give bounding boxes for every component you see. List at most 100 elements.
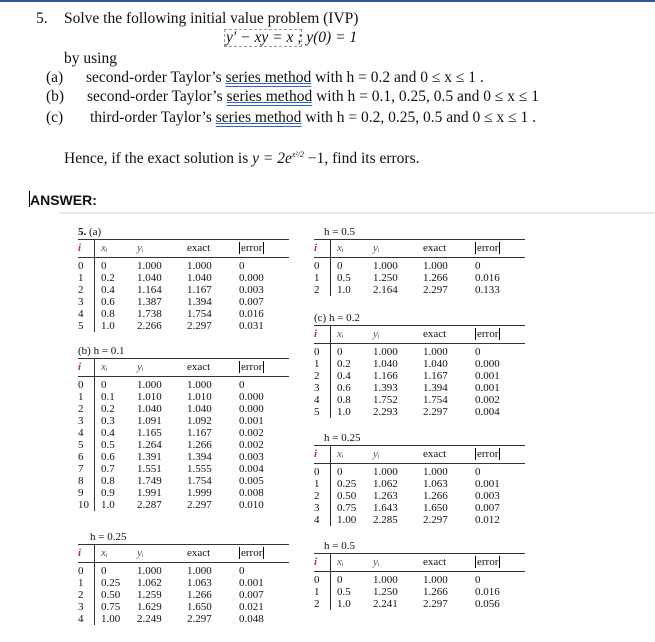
cell-x: 1.0 <box>337 406 351 418</box>
cell-x: 0.4 <box>337 370 351 382</box>
header-exact: exact <box>187 361 211 373</box>
header-error-label: error <box>239 242 265 254</box>
cell-exact: 1.040 <box>187 272 212 284</box>
table-caption: h = 0.5 <box>324 540 355 552</box>
question-intro: Solve the following initial value proble… <box>64 10 359 27</box>
cell-exact: 1.063 <box>187 577 212 589</box>
hence-pre: Hence, if the exact solution is <box>64 150 253 168</box>
cell-i: 1 <box>78 577 95 589</box>
cell-exact: 1.000 <box>187 565 212 577</box>
cell-x: 0 <box>101 565 107 577</box>
cell-exact: 1.555 <box>187 463 212 475</box>
cell-exact: 1.167 <box>187 427 212 439</box>
cell-error: 0.000 <box>239 391 264 403</box>
cell-error: 0.003 <box>475 490 500 502</box>
header-i: i <box>78 358 95 377</box>
table-row: 1 0.5 1.250 1.266 0.016 <box>314 272 525 284</box>
table-row: 3 0.75 1.629 1.650 0.021 <box>78 601 289 613</box>
cell-i: 2 <box>78 589 95 601</box>
cell-x: 0.6 <box>337 382 351 394</box>
cell-error: 0.016 <box>475 586 500 598</box>
cell-i: 7 <box>78 463 95 475</box>
header-row: i xᵢ yᵢ exact error <box>314 325 525 344</box>
cell-error: 0 <box>475 260 481 272</box>
header-error-label: error <box>239 547 265 559</box>
cell-error: 0.001 <box>475 382 500 394</box>
cell-exact: 2.297 <box>187 320 212 332</box>
cell-x: 0.6 <box>101 296 115 308</box>
header-error-label: error <box>475 448 501 460</box>
cell-i: 3 <box>314 502 331 514</box>
cell-exact: 2.297 <box>423 406 448 418</box>
cell-exact: 1.000 <box>187 379 212 391</box>
header-row: i xᵢ yᵢ exact error <box>78 239 289 258</box>
cell-y: 1.091 <box>137 415 162 427</box>
cell-i: 0 <box>314 343 331 358</box>
header-y: yᵢ <box>137 242 144 254</box>
cell-i: 3 <box>78 296 95 308</box>
cell-exact: 1.000 <box>423 346 448 358</box>
cell-exact: 1.266 <box>423 272 448 284</box>
cell-error: 0.005 <box>239 475 264 487</box>
table-row: 1 0.25 1.062 1.063 0.001 <box>78 577 289 589</box>
cell-error: 0.007 <box>475 502 500 514</box>
cell-error: 0 <box>239 379 245 391</box>
table-caption: h = 0.25 <box>324 432 361 444</box>
header-i: i <box>314 553 331 572</box>
cell-i: 3 <box>314 382 331 394</box>
cell-x: 0.2 <box>337 358 351 370</box>
cell-exact: 1.266 <box>187 589 212 601</box>
cell-error: 0.012 <box>475 514 500 526</box>
cell-error: 0 <box>475 466 481 478</box>
header-exact: exact <box>187 242 211 254</box>
cell-error: 0.002 <box>239 439 264 451</box>
cell-error: 0.000 <box>239 272 264 284</box>
table-row: 3 0.6 1.393 1.394 0.001 <box>314 382 525 394</box>
cell-x: 0.5 <box>337 586 351 598</box>
table-row: 0 0 1.000 1.000 0 <box>314 463 525 478</box>
table-row: 3 0.75 1.643 1.650 0.007 <box>314 502 525 514</box>
header-error-label: error <box>475 556 501 568</box>
table-row: 1 0.1 1.010 1.010 0.000 <box>78 391 289 403</box>
exact-solution: y = 2e <box>252 150 292 168</box>
cell-x: 0 <box>337 466 343 478</box>
header-y: yᵢ <box>137 547 144 559</box>
header-y: yᵢ <box>137 361 144 373</box>
cell-y: 1.259 <box>137 589 162 601</box>
ivp-equation: y′ − xy = x ; y(0) = 1 <box>226 29 358 46</box>
cell-i: 1 <box>314 586 331 598</box>
part-a-post: with h = 0.2 and 0 ≤ x ≤ 1 . <box>311 69 484 86</box>
cell-exact: 1.650 <box>423 502 448 514</box>
cell-x: 0 <box>337 260 343 272</box>
cell-x: 0.5 <box>337 272 351 284</box>
header-row: i xᵢ yᵢ exact error <box>314 553 525 572</box>
part-a-pre: second-order Taylor’s <box>86 69 226 86</box>
header-i: i <box>314 325 331 344</box>
part-b-pre: second-order Taylor’s <box>87 88 227 105</box>
table-5c-h025: h = 0.25 i xᵢ yᵢ exact error 0 0 1.000 1.000 0 1 0.… <box>314 432 525 526</box>
header-exact: exact <box>423 328 447 340</box>
cell-x: 0 <box>101 260 107 272</box>
cell-x: 0.8 <box>337 394 351 406</box>
cell-error: 0.000 <box>475 358 500 370</box>
cell-x: 0.8 <box>101 308 115 320</box>
cell-error: 0.003 <box>239 284 264 296</box>
cell-error: 0 <box>239 565 245 577</box>
cell-y: 2.249 <box>137 613 162 625</box>
cell-i: 4 <box>78 427 95 439</box>
cell-error: 0 <box>475 574 481 586</box>
cell-exact: 1.010 <box>187 391 212 403</box>
cell-exact: 1.167 <box>187 284 212 296</box>
table-row: 0 0 1.000 1.000 0 <box>314 571 525 586</box>
cell-i: 0 <box>314 257 331 272</box>
cell-y: 1.000 <box>373 466 398 478</box>
data-table: i xᵢ yᵢ exact error 0 0 1.000 1.000 0 1 0.25 1.062 1.… <box>78 544 289 625</box>
cell-exact: 1.040 <box>187 403 212 415</box>
header-error: error <box>475 446 525 464</box>
cell-error: 0.007 <box>239 589 264 601</box>
part-c-post: with h = 0.2, 0.25, 0.5 and 0 ≤ x ≤ 1 . <box>301 109 537 126</box>
table-caption: h = 0.25 <box>90 531 127 543</box>
cell-x: 0.50 <box>337 490 357 502</box>
table-5c-h02: (c) h = 0.2 i xᵢ yᵢ exact error 0 0 1.000 1.000 0… <box>314 312 525 418</box>
cell-i: 0 <box>314 571 331 586</box>
